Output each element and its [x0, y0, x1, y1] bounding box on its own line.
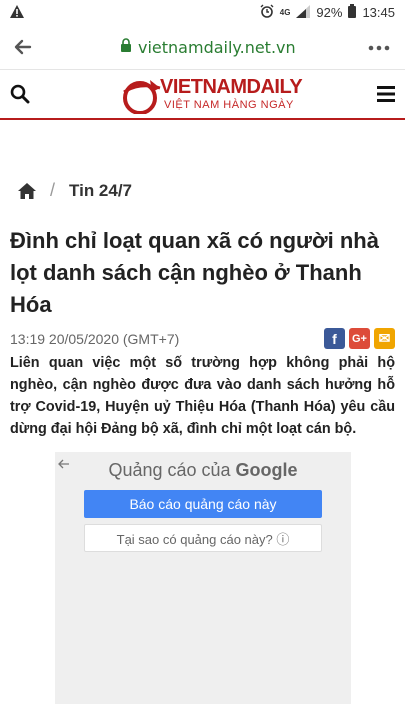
site-logo[interactable]: VIETNAMDAILY VIỆT NAM HÀNG NGÀY — [120, 76, 303, 116]
home-icon[interactable] — [18, 182, 36, 199]
url-text: vietnamdaily.net.vn — [138, 38, 296, 57]
warning-icon — [10, 5, 24, 23]
facebook-share-icon[interactable]: f — [324, 328, 345, 349]
logo-title: VIETNAMDAILY — [160, 76, 303, 98]
breadcrumb-category-link[interactable]: Tin 24/7 — [69, 181, 132, 201]
battery-percent: 92% — [316, 5, 343, 20]
signal-icon — [296, 4, 311, 21]
email-share-icon[interactable]: ✉ — [374, 328, 395, 349]
article-title: Đình chỉ loạt quan xã có người nhà lọt d… — [10, 228, 379, 317]
article-datetime: 13:19 20/05/2020 (GMT+7) — [10, 331, 180, 347]
more-options-icon[interactable] — [367, 38, 391, 58]
address-bar[interactable]: vietnamdaily.net.vn — [120, 38, 296, 57]
network-type: 4G — [279, 8, 291, 17]
status-bar: 4G 92% 13:45 — [0, 0, 405, 26]
globe-logo-icon — [123, 80, 161, 114]
back-arrow-icon[interactable] — [12, 36, 36, 60]
breadcrumb: / Tin 24/7 — [18, 180, 132, 201]
why-this-ad-button[interactable]: Tại sao có quảng cáo này? ⓘ — [84, 524, 322, 552]
report-ad-button[interactable]: Báo cáo quảng cáo này — [84, 490, 322, 518]
article-lead: Liên quan việc một số trường hợp không p… — [10, 355, 395, 437]
logo-subtitle: VIỆT NAM HÀNG NGÀY — [164, 99, 294, 111]
lock-icon — [120, 38, 132, 57]
google-ad-panel: Quảng cáo của Google Báo cáo quảng cáo n… — [55, 452, 351, 704]
hamburger-menu-icon[interactable] — [377, 86, 395, 102]
site-header: VIETNAMDAILY VIỆT NAM HÀNG NGÀY — [0, 70, 405, 120]
browser-toolbar: vietnamdaily.net.vn — [0, 26, 405, 70]
breadcrumb-separator: / — [50, 180, 56, 200]
ad-header: Quảng cáo của Google — [108, 460, 298, 480]
search-icon[interactable] — [10, 84, 30, 104]
alarm-icon — [260, 4, 274, 21]
clock-time: 13:45 — [362, 5, 395, 20]
google-plus-share-icon[interactable]: G+ — [349, 328, 370, 349]
battery-icon — [348, 4, 357, 21]
share-buttons: f G+ ✉ — [324, 328, 395, 349]
